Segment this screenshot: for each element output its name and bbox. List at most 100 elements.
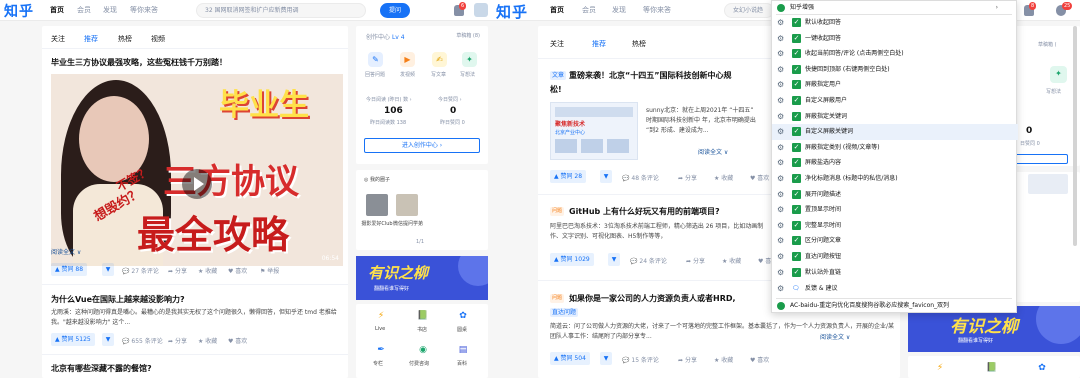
menu-item-feedback[interactable]: ⚙ 🗨 反馈 & 建议 bbox=[772, 281, 1018, 297]
comment-button[interactable]: 💬 27 条评论 bbox=[122, 266, 159, 275]
nav-discover[interactable]: 发现 bbox=[612, 5, 626, 15]
circle-avatar[interactable] bbox=[396, 194, 418, 216]
quick-label[interactable]: 付费咨询 bbox=[409, 360, 429, 367]
checkbox-icon[interactable]: ✓ bbox=[792, 111, 801, 121]
menu-item[interactable]: ⚙ ✓ 屏蔽指定类别 (视频/文章等) bbox=[772, 140, 1018, 156]
checkbox-icon[interactable]: ✓ bbox=[792, 267, 801, 277]
article-title-cont[interactable]: 松! bbox=[550, 84, 562, 95]
question-title[interactable]: 毕业生三方协议最强攻略，这些冤枉钱千万别踏！ bbox=[51, 57, 341, 68]
circle-name[interactable]: 微信提问学弟 bbox=[392, 220, 424, 227]
circle-name[interactable]: 摄影爱好Club bbox=[360, 220, 394, 227]
comment-button[interactable]: 💬 48 条评论 bbox=[622, 173, 659, 182]
favorite-button[interactable]: ★ 收藏 bbox=[714, 355, 733, 364]
column-icon[interactable]: ✒ bbox=[375, 344, 387, 356]
question-title[interactable]: 北京有哪些深藏不露的餐馆? bbox=[51, 363, 341, 374]
tool-label[interactable]: 写想法 bbox=[460, 71, 475, 78]
consult-icon[interactable]: ◉ bbox=[417, 344, 429, 356]
menu-item[interactable]: ⚙ ✓ 默认收起回答 bbox=[772, 15, 1018, 31]
video-icon[interactable]: ▶ bbox=[400, 52, 415, 67]
nav-home[interactable]: 首页 bbox=[50, 5, 64, 15]
menu-item[interactable]: ⚙ ✓ 净化标题消息 (标题中的私信/消息) bbox=[772, 171, 1018, 187]
checkbox-icon[interactable]: ✓ bbox=[792, 220, 801, 230]
checkbox-icon[interactable]: ✓ bbox=[792, 189, 801, 199]
favorite-button[interactable]: ★ 收藏 bbox=[714, 173, 733, 182]
checkbox-icon[interactable]: ✓ bbox=[792, 252, 801, 261]
roundtable-icon[interactable]: ✿ bbox=[1036, 362, 1048, 374]
menu-item[interactable]: ⚙ ✓ 快捷回到顶部 (右键两侧空白处) bbox=[772, 62, 1018, 78]
quick-label[interactable]: 书店 bbox=[417, 326, 427, 333]
scrollbar[interactable] bbox=[1073, 26, 1077, 246]
tab-follow[interactable]: 关注 bbox=[51, 34, 65, 44]
downvote-button[interactable]: ▼ bbox=[600, 352, 612, 365]
avatar[interactable] bbox=[474, 3, 488, 17]
nav-discover[interactable]: 发现 bbox=[103, 5, 117, 15]
upvote-button[interactable]: ▲ 赞同 28 bbox=[550, 170, 587, 183]
search-input[interactable]: 32 国网取消网签和扩户应新费用调 bbox=[196, 3, 366, 18]
nav-home[interactable]: 首页 bbox=[550, 5, 564, 15]
comment-button[interactable]: 💬 655 条评论 bbox=[122, 336, 163, 345]
nav-waiting[interactable]: 等你来答 bbox=[643, 5, 671, 15]
play-icon[interactable] bbox=[182, 169, 212, 199]
read-more-link[interactable]: 阅读全文 ∨ bbox=[698, 148, 728, 158]
menu-item[interactable]: ⚙ ✓ 区分问题文章 bbox=[772, 233, 1018, 249]
menu-item[interactable]: ⚙ ✓ 屏蔽指定用户 bbox=[772, 77, 1018, 93]
checkbox-icon[interactable]: ✓ bbox=[792, 205, 801, 215]
tool-label[interactable]: 写文章 bbox=[431, 71, 446, 78]
downvote-button[interactable]: ▼ bbox=[102, 333, 114, 346]
direct-question-button[interactable]: 直达问题 bbox=[550, 308, 579, 317]
nav-vip[interactable]: 会员 bbox=[582, 5, 596, 15]
quick-label[interactable]: 专栏 bbox=[373, 360, 383, 367]
menu-item[interactable]: ⚙ ✓ 展开问题描述 bbox=[772, 187, 1018, 203]
favorite-button[interactable]: ★ 收藏 bbox=[198, 266, 217, 275]
comment-button[interactable]: 💬 24 条评论 bbox=[630, 256, 667, 265]
checkbox-icon[interactable]: ✓ bbox=[792, 64, 801, 74]
menu-item[interactable]: ⚙ ✓ 直达问题按钮 bbox=[772, 249, 1018, 265]
nav-waiting[interactable]: 等你来答 bbox=[130, 5, 158, 15]
share-button[interactable]: ➦ 分享 bbox=[678, 173, 697, 182]
checkbox-icon[interactable]: ✓ bbox=[792, 18, 801, 27]
menu-item[interactable]: ⚙ ✓ 默认站外直链 bbox=[772, 265, 1018, 281]
quick-label[interactable]: 百科 bbox=[457, 360, 467, 367]
enter-creator-button[interactable]: 进入创作中心 › bbox=[364, 138, 480, 153]
search-input[interactable]: 女幻小说趋 bbox=[724, 3, 774, 18]
zhihu-logo[interactable]: 知乎 bbox=[496, 1, 528, 22]
menu-header[interactable]: 知乎增强 › bbox=[772, 1, 1018, 14]
article-thumbnail[interactable]: 聚焦新技术 北京产业中心 bbox=[550, 102, 638, 160]
like-button[interactable]: ♥ 喜欢 bbox=[750, 355, 769, 364]
menu-item[interactable]: ⚙ ✓ 置顶显示时间 bbox=[772, 202, 1018, 218]
article-icon[interactable]: ✍ bbox=[432, 52, 447, 67]
checkbox-icon[interactable]: ✓ bbox=[792, 236, 801, 246]
stat-label[interactable]: 今日阅读 (昨日) 数 › bbox=[366, 96, 412, 103]
like-button[interactable]: ♥ 喜欢 bbox=[228, 266, 247, 275]
share-button[interactable]: ➦ 分享 bbox=[686, 256, 705, 265]
quick-label[interactable]: Live bbox=[375, 326, 385, 332]
checkbox-icon[interactable]: ✓ bbox=[792, 96, 801, 105]
tab-follow[interactable]: 关注 bbox=[550, 39, 564, 49]
answer-excerpt[interactable]: 尤雨溪：这种问题问得真是嘴心。最糟心的是我其实无权了这个问题很久，懒得回答，但知… bbox=[51, 308, 341, 328]
read-more-link[interactable]: 阅读全文 ∨ bbox=[820, 333, 850, 343]
checkbox-icon[interactable]: ✓ bbox=[792, 127, 801, 137]
live-icon[interactable]: ⚡ bbox=[934, 362, 946, 374]
article-title[interactable]: 重磅来袭！北京“十四五”国际科技创新中心规 bbox=[569, 70, 799, 81]
tab-video[interactable]: 视频 bbox=[151, 34, 165, 44]
circle-avatar[interactable] bbox=[366, 194, 388, 216]
question-title[interactable]: 为什么Vue在国际上越来越没影响力? bbox=[51, 294, 341, 305]
read-more-link[interactable]: 阅读全文 ∨ bbox=[51, 248, 81, 258]
live-icon[interactable]: ⚡ bbox=[375, 310, 387, 322]
menu-item[interactable]: ⚙ ✓ 收起当前回答/评论 (点击两侧空白处) bbox=[772, 46, 1018, 62]
share-button[interactable]: ➦ 分享 bbox=[678, 355, 697, 364]
tab-recommend[interactable]: 推荐 bbox=[592, 39, 606, 49]
video-cover[interactable]: 毕业生 三方协议 最全攻略 不签？ 想毁约？ 06:54 bbox=[51, 74, 343, 266]
tool-label[interactable]: 回答问题 bbox=[365, 71, 385, 78]
checkbox-icon[interactable]: ✓ bbox=[792, 49, 801, 59]
upvote-button[interactable]: ▲ 赞同 5125 bbox=[51, 333, 95, 346]
ask-button[interactable]: 提问 bbox=[380, 3, 410, 18]
menu-item[interactable]: ⚙ ✓ 自定义屏蔽用户 bbox=[772, 93, 1018, 109]
share-button[interactable]: ➦ 分享 bbox=[168, 266, 187, 275]
book-icon[interactable]: 📗 bbox=[986, 362, 998, 374]
tab-hot[interactable]: 热榜 bbox=[632, 39, 646, 49]
downvote-button[interactable]: ▼ bbox=[102, 263, 114, 276]
menu-item[interactable]: ⚙ ✓ 自定义屏蔽关键词 bbox=[772, 124, 1018, 141]
checkbox-icon[interactable]: ✓ bbox=[792, 158, 801, 168]
checkbox-icon[interactable]: ✓ bbox=[792, 33, 801, 43]
